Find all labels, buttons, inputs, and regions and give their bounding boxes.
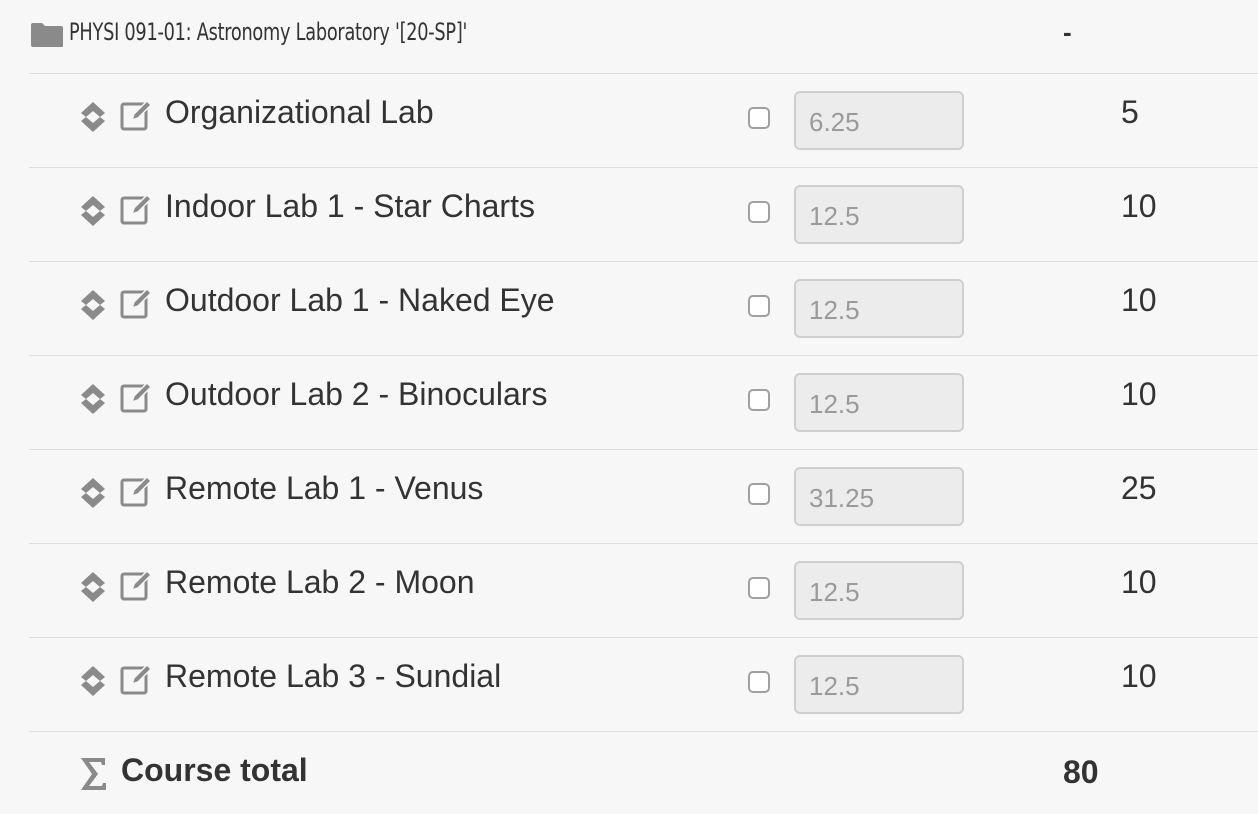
move-icon[interactable] <box>78 100 108 134</box>
grade-items-list: Organizational Lab 6.25 5 Indoor Lab 1 -… <box>0 74 1258 732</box>
max-grade: 10 <box>1121 376 1157 412</box>
weight-override-checkbox[interactable] <box>748 107 770 129</box>
edit-icon[interactable] <box>120 99 152 131</box>
weight-override-checkbox[interactable] <box>748 389 770 411</box>
weight-input[interactable]: 31.25 <box>794 467 964 526</box>
grade-item-name[interactable]: Organizational Lab <box>165 92 434 132</box>
grade-item-name[interactable]: Indoor Lab 1 - Star Charts <box>165 186 535 226</box>
move-icon[interactable] <box>78 288 108 322</box>
weight-input[interactable]: 12.5 <box>794 279 964 338</box>
weight-input[interactable]: 12.5 <box>794 373 964 432</box>
max-grade: 10 <box>1121 282 1157 318</box>
weight-override-checkbox[interactable] <box>748 483 770 505</box>
move-icon[interactable] <box>78 194 108 228</box>
grade-item-name[interactable]: Remote Lab 1 - Venus <box>165 468 483 508</box>
course-total-value: 80 <box>1063 754 1099 790</box>
grade-item-row: Indoor Lab 1 - Star Charts 12.5 10 <box>0 168 1258 262</box>
grade-item-row: Organizational Lab 6.25 5 <box>0 74 1258 168</box>
weight-input[interactable]: 12.5 <box>794 561 964 620</box>
max-grade: 5 <box>1121 94 1139 130</box>
grade-item-name[interactable]: Remote Lab 2 - Moon <box>165 562 475 602</box>
max-grade: 10 <box>1121 658 1157 694</box>
weight-input[interactable]: 12.5 <box>794 655 964 714</box>
grade-item-row: Remote Lab 2 - Moon 12.5 10 <box>0 544 1258 638</box>
move-icon[interactable] <box>78 476 108 510</box>
grade-item-name[interactable]: Outdoor Lab 1 - Naked Eye <box>165 280 555 320</box>
move-icon[interactable] <box>78 382 108 416</box>
grade-item-row: Outdoor Lab 2 - Binoculars 12.5 10 <box>0 356 1258 450</box>
category-total: - <box>1063 17 1072 47</box>
max-grade: 10 <box>1121 188 1157 224</box>
edit-icon[interactable] <box>120 381 152 413</box>
weight-override-checkbox[interactable] <box>748 671 770 693</box>
max-grade: 10 <box>1121 564 1157 600</box>
edit-icon[interactable] <box>120 475 152 507</box>
max-grade: 25 <box>1121 470 1157 506</box>
edit-icon[interactable] <box>120 663 152 695</box>
grade-item-name[interactable]: Outdoor Lab 2 - Binoculars <box>165 374 547 414</box>
grade-item-row: Remote Lab 3 - Sundial 12.5 10 <box>0 638 1258 732</box>
weight-override-checkbox[interactable] <box>748 295 770 317</box>
weight-input[interactable]: 12.5 <box>794 185 964 244</box>
grade-item-name[interactable]: Remote Lab 3 - Sundial <box>165 656 501 696</box>
weight-input[interactable]: 6.25 <box>794 91 964 150</box>
weight-override-checkbox[interactable] <box>748 201 770 223</box>
grade-item-row: Outdoor Lab 1 - Naked Eye 12.5 10 <box>0 262 1258 356</box>
move-icon[interactable] <box>78 664 108 698</box>
weight-override-checkbox[interactable] <box>748 577 770 599</box>
edit-icon[interactable] <box>120 193 152 225</box>
category-header: PHYSI 091-01: Astronomy Laboratory '[20-… <box>0 0 1258 74</box>
edit-icon[interactable] <box>120 287 152 319</box>
grade-item-row: Remote Lab 1 - Venus 31.25 25 <box>0 450 1258 544</box>
edit-icon[interactable] <box>120 569 152 601</box>
move-icon[interactable] <box>78 570 108 604</box>
course-total-row: Course total 80 <box>0 732 1258 814</box>
folder-icon <box>31 23 63 47</box>
sigma-icon <box>81 758 106 790</box>
category-title: PHYSI 091-01: Astronomy Laboratory '[20-… <box>69 18 468 46</box>
course-total-label: Course total <box>121 752 308 788</box>
